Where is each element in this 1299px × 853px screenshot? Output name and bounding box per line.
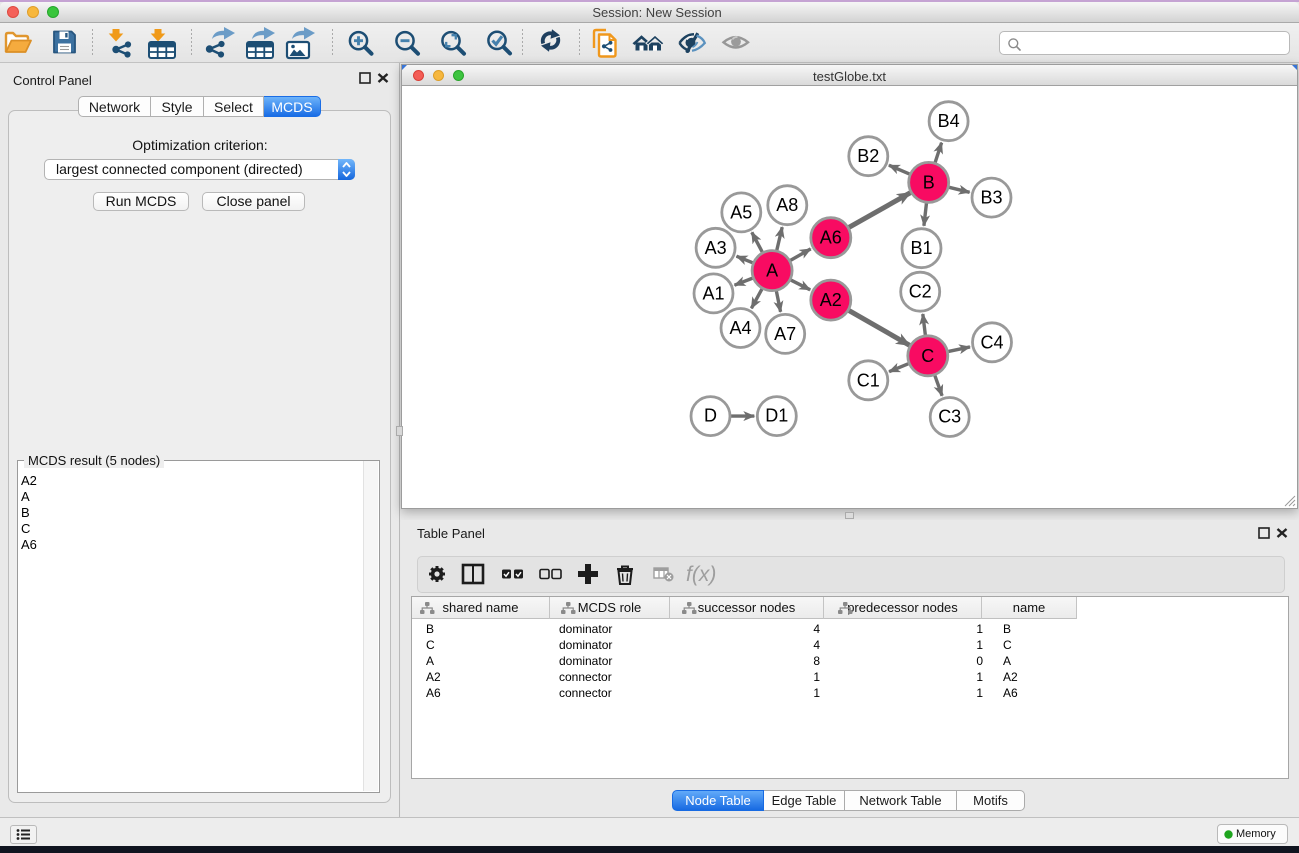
svg-text:B2: B2 — [857, 146, 879, 166]
svg-text:A4: A4 — [729, 318, 751, 338]
svg-text:A5: A5 — [730, 202, 752, 222]
svg-text:D1: D1 — [765, 406, 788, 426]
svg-text:C3: C3 — [938, 407, 961, 427]
svg-text:B: B — [923, 172, 935, 192]
svg-text:A6: A6 — [820, 228, 842, 248]
svg-text:A: A — [766, 261, 778, 281]
svg-text:C2: C2 — [909, 282, 932, 302]
svg-text:A8: A8 — [776, 195, 798, 215]
svg-text:A3: A3 — [705, 238, 727, 258]
svg-text:B3: B3 — [980, 188, 1002, 208]
svg-text:C4: C4 — [980, 332, 1003, 352]
svg-text:D: D — [704, 406, 717, 426]
svg-text:A2: A2 — [820, 290, 842, 310]
svg-text:A7: A7 — [774, 324, 796, 344]
svg-text:f(x): f(x) — [686, 563, 716, 586]
svg-text:A1: A1 — [702, 283, 724, 303]
svg-text:C1: C1 — [857, 370, 880, 390]
svg-text:C: C — [921, 346, 934, 366]
svg-text:B4: B4 — [938, 111, 960, 131]
svg-text:B1: B1 — [910, 238, 932, 258]
